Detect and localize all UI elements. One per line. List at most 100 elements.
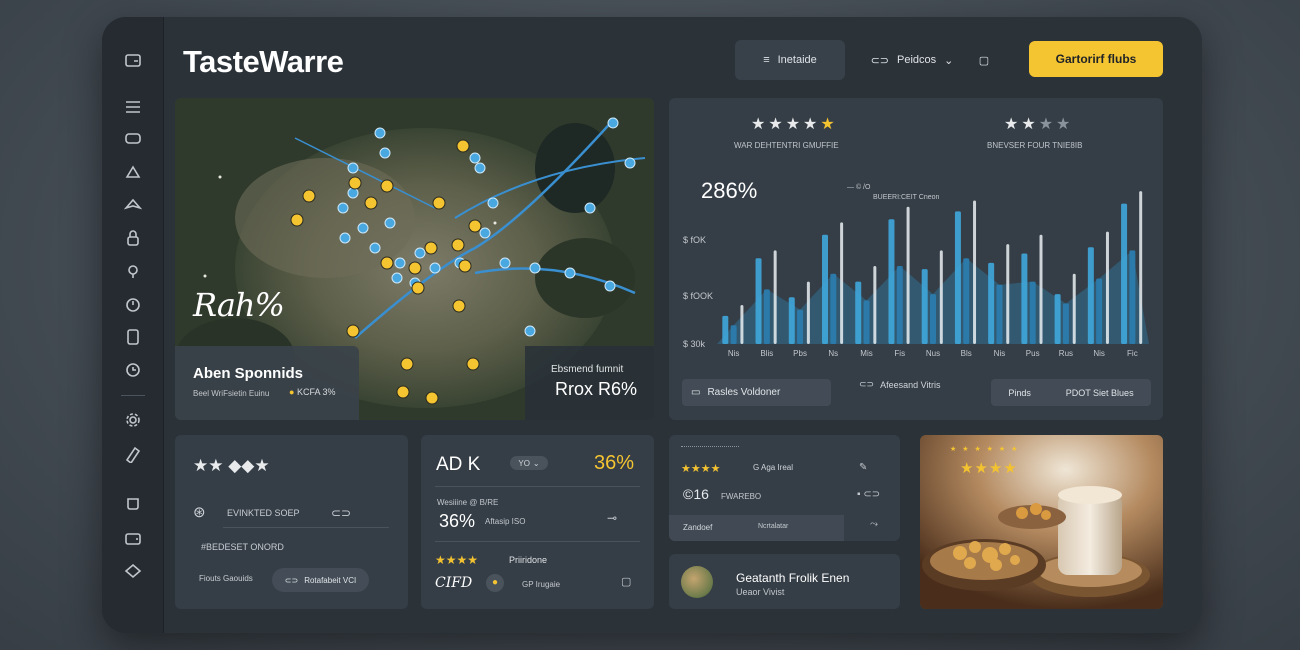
y-tick-label: $ fOOK	[683, 291, 713, 301]
map-panel[interactable]: Rah% Aben Sponnids Beel WriFsietin Euinu…	[175, 98, 654, 420]
car-icon[interactable]: ▪ ⊂⊃	[857, 489, 880, 500]
rasles-label: Rasles Voldoner	[707, 387, 781, 398]
x-tick-label: Nis	[994, 349, 1006, 358]
card-icon: ▭	[691, 387, 701, 398]
send-icon[interactable]	[123, 196, 143, 216]
food-rating-stars: ★★★★	[960, 460, 1018, 477]
message-button[interactable]: ▢	[972, 40, 996, 80]
x-tick-label: Nus	[926, 349, 940, 358]
pdot-label: PDOT Siet Blues	[1065, 387, 1134, 398]
peidcos-label: Peidcos	[897, 54, 937, 66]
dashboard-icon[interactable]	[123, 52, 143, 72]
chart-bar	[896, 266, 903, 344]
chevron-down-icon: ⌄	[532, 458, 540, 468]
map-info-card[interactable]: Aben Sponnids Beel WriFsietin Euinu ● KC…	[175, 346, 359, 420]
chart-bar	[722, 315, 729, 344]
profile-sub: Ueaor Vivist	[736, 587, 785, 597]
chart-bar	[888, 219, 895, 344]
card3-row2-value: ©16	[683, 486, 709, 502]
key-icon[interactable]: ⊸	[607, 511, 617, 525]
food-photo	[920, 435, 1163, 609]
pin-icon[interactable]	[123, 262, 143, 282]
period-dropdown[interactable]: YO ⌄	[510, 456, 548, 470]
card2-stars: ★★★★	[435, 553, 479, 567]
card3-row3[interactable]: Zandoef Ncrtalatar	[669, 515, 844, 541]
card2-value: 36%	[439, 511, 476, 531]
layers-icon[interactable]	[123, 562, 143, 582]
filter-icon: ≡	[763, 54, 770, 66]
chart-bar	[806, 281, 810, 344]
chart-bar	[855, 281, 862, 344]
period-value: YO	[518, 458, 530, 468]
pinds-button[interactable]: Pinds PDOT Siet Blues	[991, 379, 1151, 406]
lock-icon[interactable]	[123, 229, 143, 249]
card2-foot-mid: GP Irugaie	[522, 580, 561, 589]
chart-bar	[773, 250, 777, 344]
chart-bar	[1072, 273, 1076, 344]
card2-percent: 36%	[594, 452, 635, 474]
dotted-stars: ★ ★ ★ ★ ★ ★	[950, 446, 1020, 453]
afeesand-label: Afeesand Vitris	[880, 379, 941, 390]
map-info-sub2: KCFA 3%	[296, 387, 336, 397]
dotted-divider	[681, 446, 739, 447]
y-tick-label: $ fOK	[683, 235, 706, 245]
x-tick-label: Pbs	[793, 349, 807, 358]
food-photo-card[interactable]: ★ ★ ★ ★ ★ ★ ★★★★	[920, 435, 1163, 609]
card2-title: AD K	[436, 454, 481, 475]
location-pin-icon[interactable]: ●	[486, 574, 504, 592]
x-tick-label: Mis	[860, 349, 872, 358]
card2-value-note: Aftasip ISO	[485, 517, 526, 526]
x-tick-label: Rus	[1059, 349, 1073, 358]
chat-icon[interactable]: ▢	[621, 575, 631, 588]
chart-bar	[1039, 234, 1043, 344]
car-icon: ⊂⊃	[284, 575, 299, 585]
chart-bar	[822, 234, 828, 344]
chart-bar	[988, 262, 995, 344]
app-logo: TasteWarre	[183, 44, 344, 79]
chart-bar	[996, 284, 1003, 344]
rasles-button[interactable]: ▭ Rasles Voldoner	[682, 379, 831, 406]
chevron-down-icon: ⌄	[944, 54, 954, 67]
chart-bar	[906, 206, 910, 344]
x-tick-label: Pus	[1026, 349, 1040, 358]
rotafabeit-button[interactable]: ⊂⊃ Rotafabeit VCI	[272, 568, 369, 592]
timer-icon[interactable]	[123, 295, 143, 315]
chat-icon[interactable]	[123, 130, 143, 150]
pen-icon[interactable]: ✎	[859, 462, 867, 473]
document-icon[interactable]	[123, 328, 143, 348]
inetaide-button[interactable]: ≡ Inetaide	[735, 40, 845, 80]
chart-bar	[873, 266, 877, 344]
car-icon: ⊂⊃	[859, 379, 875, 389]
chart-bar	[1129, 250, 1136, 344]
message-icon: ▢	[978, 54, 990, 67]
wallet-icon[interactable]	[123, 529, 143, 549]
rail-divider	[121, 395, 145, 396]
divider	[223, 527, 389, 528]
divider	[435, 486, 640, 487]
link-icon[interactable]: ⊂⊃	[331, 506, 351, 520]
settings-icon[interactable]	[123, 411, 143, 431]
menu-card[interactable]: ★★ ◆◆★ ⊛ EVINKTED SOEP ⊂⊃ #BEDESET ONORD…	[175, 435, 408, 609]
bar-chart: $ 30k $ fOOK $ fOK Nis Blis Pbs Ns Mis Fis Nus Bls…	[683, 191, 1149, 358]
chart-bar	[1029, 281, 1036, 344]
map-script-label: Rah%	[193, 286, 285, 324]
y-tick-label: $ 30k	[683, 339, 706, 349]
chart-bar	[1105, 231, 1109, 344]
share-icon[interactable]: ⤳	[870, 519, 878, 530]
stats-card[interactable]: AD K YO ⌄ 36% Wesiiine @ B/RE 36% Aftasip…	[421, 435, 654, 609]
chart-bar	[1096, 278, 1103, 344]
fingerprint-icon: ⊛	[193, 504, 206, 521]
peidcos-dropdown[interactable]: ⊂⊃ Peidcos ⌄	[864, 40, 960, 80]
cup-icon[interactable]	[123, 493, 143, 513]
tag-icon[interactable]	[123, 445, 143, 465]
card3-stars: ★★★★	[681, 463, 721, 475]
avatar[interactable]	[681, 566, 713, 598]
clock-icon[interactable]	[123, 361, 143, 381]
home-icon[interactable]	[123, 163, 143, 183]
profile-card[interactable]: Geatanth Frolik Enen Ueaor Vivist	[669, 554, 900, 609]
x-tick-label: Nis	[1093, 349, 1105, 358]
menu-icon[interactable]	[123, 98, 143, 118]
cta-button[interactable]: Gartorirf flubs	[1029, 41, 1163, 77]
map-info-sub2-wrap: ● KCFA 3%	[289, 387, 335, 397]
ratings-card[interactable]: ★★★★ G Aga Ireal ✎ ©16 FWAREBO ▪ ⊂⊃ Zand…	[669, 435, 900, 541]
